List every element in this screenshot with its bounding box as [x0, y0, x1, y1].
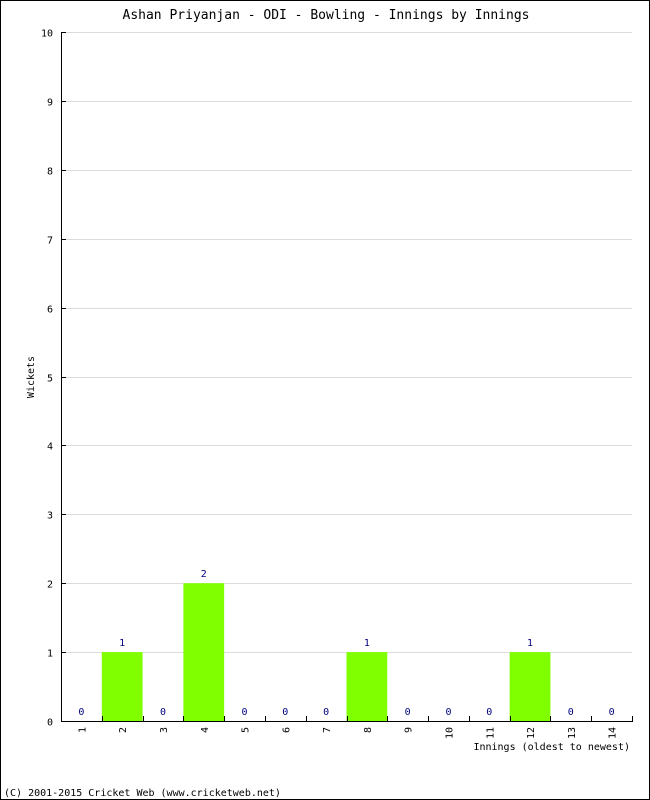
- y-tick-label: 2: [47, 580, 53, 591]
- chart-title: Ashan Priyanjan - ODI - Bowling - Inning…: [123, 8, 530, 23]
- x-tick-label: 2: [118, 727, 129, 733]
- value-label: 0: [160, 707, 166, 718]
- x-tick-label: 14: [608, 727, 619, 739]
- x-tick-label: 4: [200, 727, 211, 733]
- x-tick-label: 12: [526, 727, 537, 739]
- value-label: 0: [405, 707, 411, 718]
- y-axis-label: Wickets: [26, 356, 37, 398]
- value-label: 0: [323, 707, 329, 718]
- x-tick-label: 6: [281, 727, 292, 733]
- bar: [183, 583, 225, 721]
- y-tick-label: 6: [47, 305, 53, 316]
- value-label: 0: [486, 707, 492, 718]
- x-tick-label: 10: [444, 727, 455, 739]
- y-tick-label: 10: [41, 29, 53, 40]
- x-tick-label: 7: [322, 727, 333, 733]
- value-label: 1: [527, 638, 533, 649]
- bar: [101, 652, 143, 721]
- y-tick-label: 8: [47, 167, 53, 178]
- bar: [346, 652, 388, 721]
- y-tick-label: 4: [47, 442, 53, 453]
- y-tick-label: 9: [47, 98, 53, 109]
- axes: [61, 32, 633, 722]
- value-label: 1: [119, 638, 125, 649]
- value-label: 0: [242, 707, 248, 718]
- value-label: 0: [78, 707, 84, 718]
- y-tick-label: 0: [47, 718, 53, 729]
- value-label: 0: [609, 707, 615, 718]
- y-tick-label: 1: [47, 649, 53, 660]
- copyright-footer: (C) 2001-2015 Cricket Web (www.cricketwe…: [4, 788, 281, 799]
- x-tick-label: 9: [404, 727, 415, 733]
- value-label: 2: [201, 569, 207, 580]
- y-tick-label: 7: [47, 236, 53, 247]
- x-tick-label: 11: [485, 727, 496, 739]
- value-label: 0: [445, 707, 451, 718]
- x-tick-label: 3: [159, 727, 170, 733]
- y-tick-labels: 0 1 2 3 4 5 6 7 8 9 10: [41, 29, 53, 729]
- x-tick-label: 5: [241, 727, 252, 733]
- chart-frame: Ashan Priyanjan - ODI - Bowling - Inning…: [0, 0, 650, 800]
- x-tick-labels: 1 2 3 4 5 6 7 8 9 10 11 12 13 14: [77, 727, 618, 739]
- x-tick-label: 13: [567, 727, 578, 739]
- value-label: 1: [364, 638, 370, 649]
- bar: [509, 652, 551, 721]
- y-tick-label: 3: [47, 511, 53, 522]
- x-axis-label: Innings (oldest to newest): [473, 742, 630, 753]
- y-tick-label: 5: [47, 374, 53, 385]
- gridlines: [61, 32, 632, 653]
- value-label: 0: [568, 707, 574, 718]
- x-tick-label: 1: [77, 727, 88, 733]
- x-tick-label: 8: [363, 727, 374, 733]
- value-label: 0: [282, 707, 288, 718]
- bar-chart: Ashan Priyanjan - ODI - Bowling - Inning…: [4, 8, 633, 799]
